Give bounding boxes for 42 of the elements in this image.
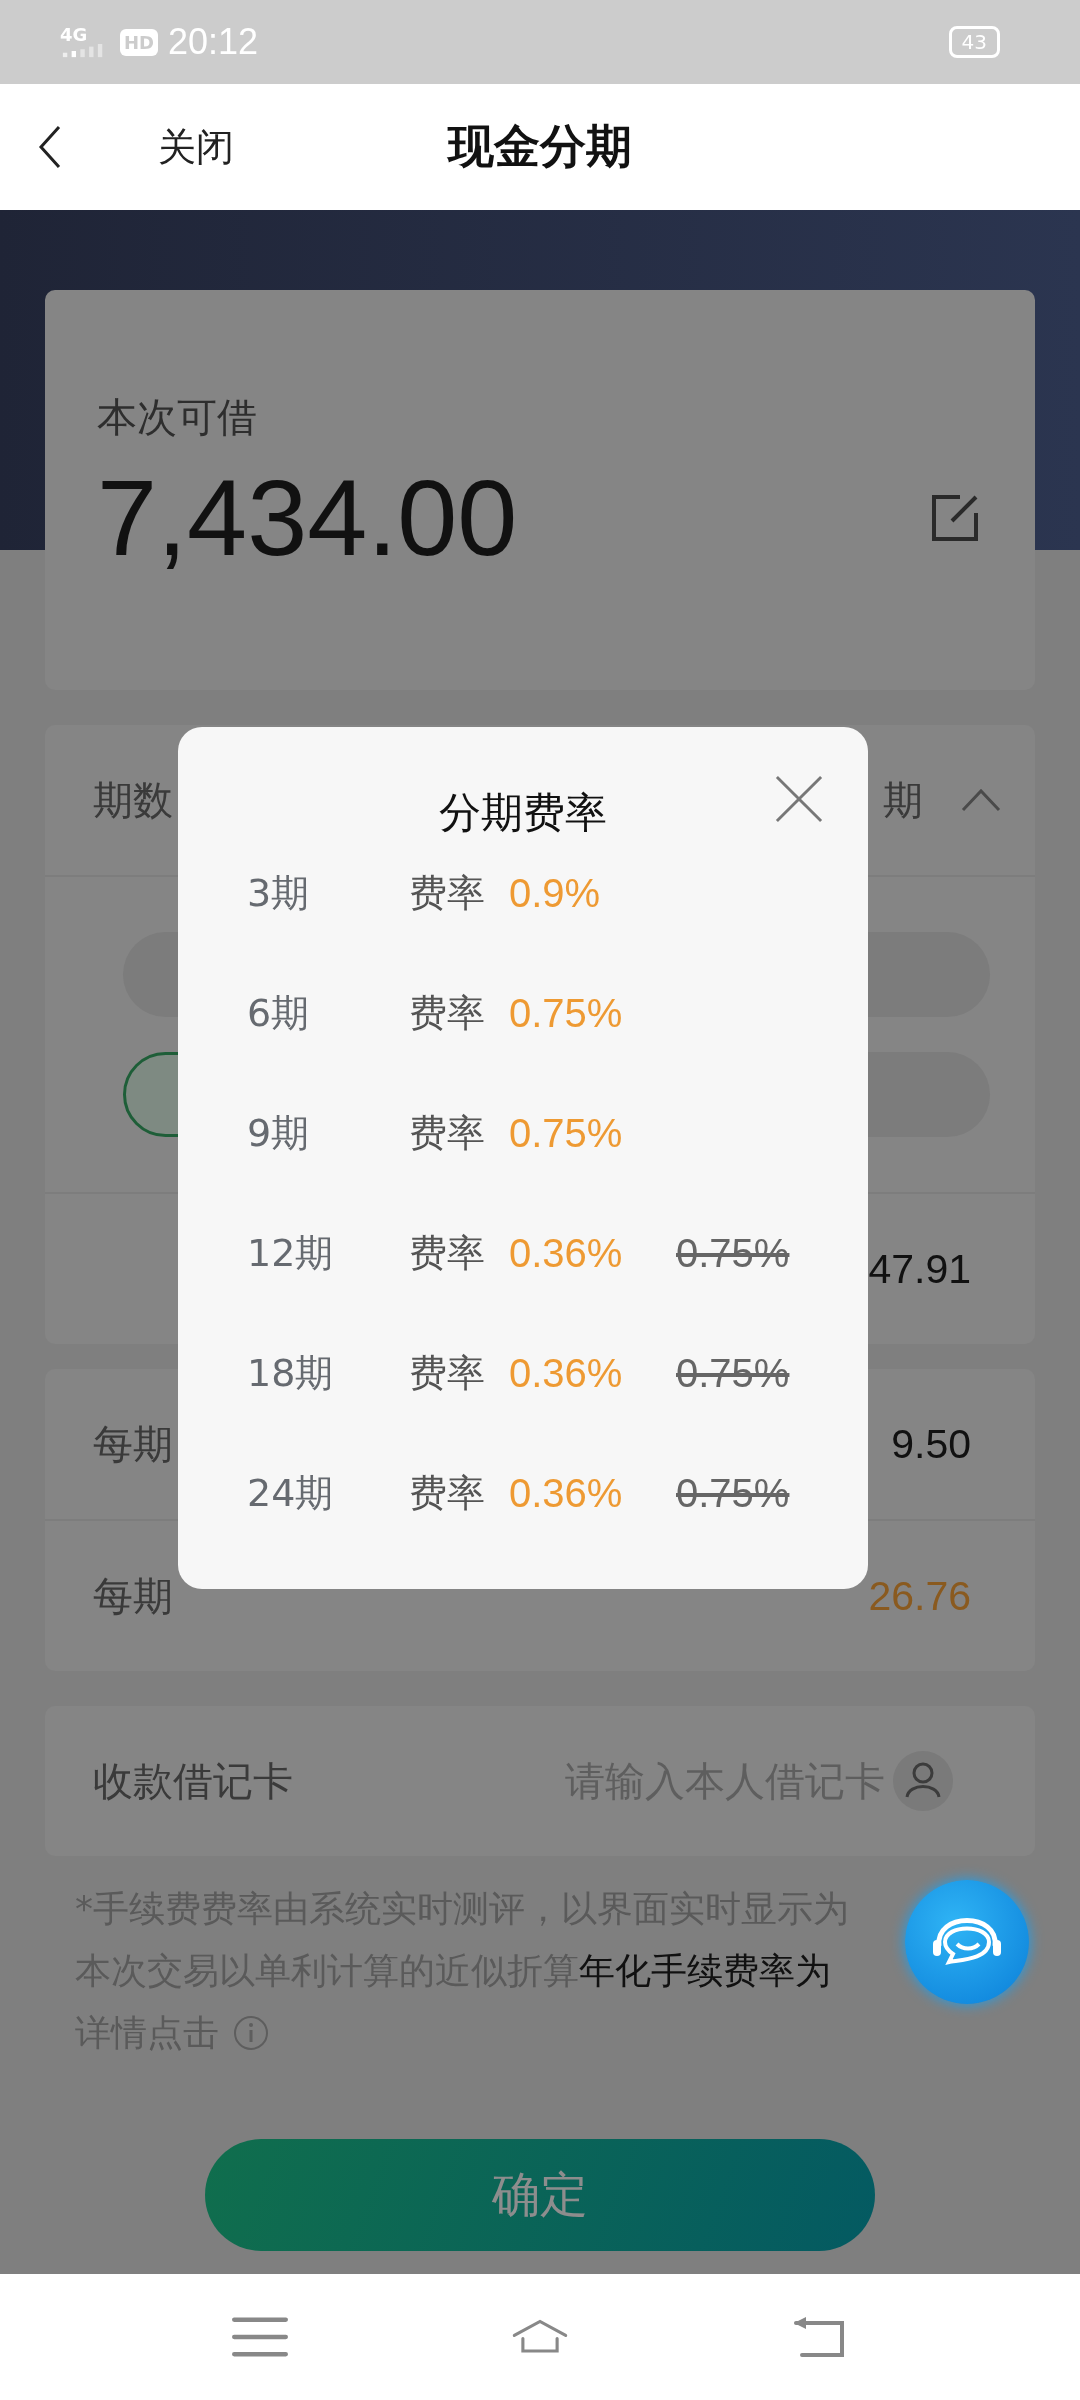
rate-label: 费率 (409, 1229, 486, 1277)
summary-label: 每期 (93, 1419, 173, 1469)
rate-value: 0.75% (509, 1110, 624, 1156)
rate-label: 费率 (409, 869, 486, 917)
summary-value: 26.76 (868, 1572, 971, 1620)
rate-value: 0.36% (509, 1230, 624, 1276)
confirm-button[interactable]: 确定 (205, 2139, 875, 2251)
rate-value: 0.9% (509, 870, 602, 916)
rate-value: 0.36% (509, 1470, 624, 1516)
back-icon[interactable] (38, 125, 62, 169)
original-rate: 0.75% (676, 1470, 790, 1516)
rate-label: 费率 (409, 1349, 486, 1397)
edit-icon[interactable] (930, 492, 980, 543)
original-rate: 0.75% (676, 1230, 790, 1276)
chevron-icon[interactable] (961, 788, 1001, 812)
term-text: 6期 (247, 989, 311, 1037)
user-icon[interactable] (893, 1751, 953, 1811)
term-text: 24期 (247, 1469, 335, 1517)
term-text: 9期 (247, 1109, 311, 1157)
dialog-title: 分期费率 (439, 787, 607, 839)
term-text: 18期 (247, 1349, 335, 1397)
rate-value: 0.75% (509, 990, 624, 1036)
fee-value: 47.91 (868, 1245, 971, 1293)
loan-label: 本次可借 (97, 393, 258, 442)
rate-label: 费率 (409, 989, 486, 1037)
summary-label: 每期 (93, 1571, 173, 1621)
page-title: 现金分期 (446, 118, 633, 175)
term-label: 期数 (93, 775, 173, 825)
close-icon[interactable] (775, 775, 823, 823)
term-text: 12期 (247, 1229, 335, 1277)
term-value[interactable]: 期 (883, 772, 923, 828)
menu-icon[interactable] (232, 2315, 288, 2359)
original-rate: 0.75% (676, 1350, 790, 1396)
rate-label: 费率 (409, 1109, 486, 1157)
debit-card-label: 收款借记卡 (93, 1756, 293, 1806)
support-chat-button[interactable] (905, 1880, 1029, 2004)
term-text: 3期 (247, 869, 311, 917)
rate-value: 0.36% (509, 1350, 624, 1396)
summary-value: 9.50 (891, 1420, 971, 1468)
rate-label: 费率 (409, 1469, 486, 1517)
close-link[interactable]: 关闭 (158, 121, 234, 173)
loan-amount: 7,434.00 (97, 456, 518, 580)
